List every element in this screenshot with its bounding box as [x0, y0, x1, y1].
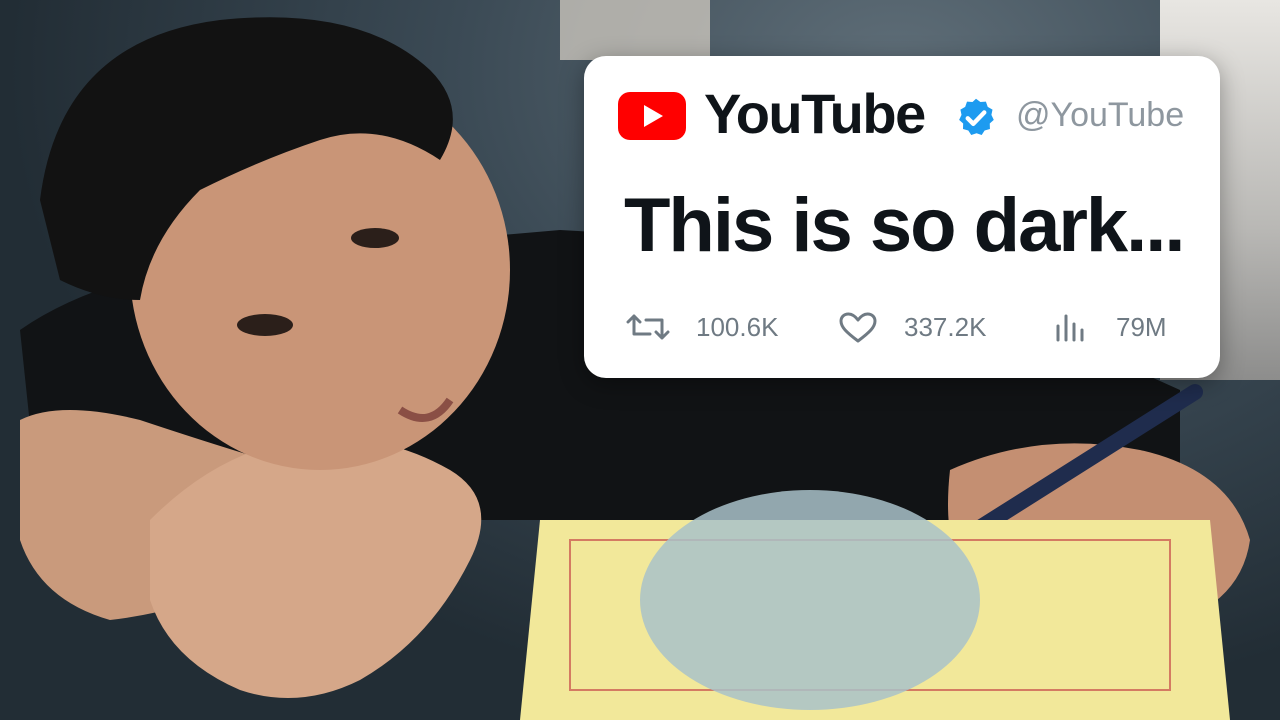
views-chart-icon — [1056, 314, 1084, 342]
verified-badge-icon — [959, 98, 994, 136]
retweet-metric[interactable]: 100.6K — [626, 312, 806, 342]
youtube-logo-icon — [618, 92, 686, 140]
like-metric[interactable]: 337.2K — [838, 312, 1018, 343]
views-metric[interactable]: 79M — [1054, 312, 1194, 342]
like-count: 337.2K — [904, 312, 987, 342]
post-card: YouTube @YouTube This is so dark... 100.… — [584, 56, 1220, 378]
right-eye — [351, 228, 399, 248]
play-triangle-icon — [644, 105, 663, 127]
thumbnail-scene: YouTube @YouTube This is so dark... 100.… — [0, 0, 1280, 720]
sketch-drawing — [640, 490, 980, 710]
retweet-icon — [626, 314, 670, 340]
author-handle[interactable]: @YouTube — [1016, 98, 1184, 132]
views-count: 79M — [1116, 312, 1167, 342]
heart-icon — [839, 312, 877, 343]
retweet-count: 100.6K — [696, 312, 779, 342]
post-text: This is so dark... — [624, 183, 1186, 268]
left-eye — [237, 314, 293, 336]
author-name: YouTube — [704, 82, 926, 145]
